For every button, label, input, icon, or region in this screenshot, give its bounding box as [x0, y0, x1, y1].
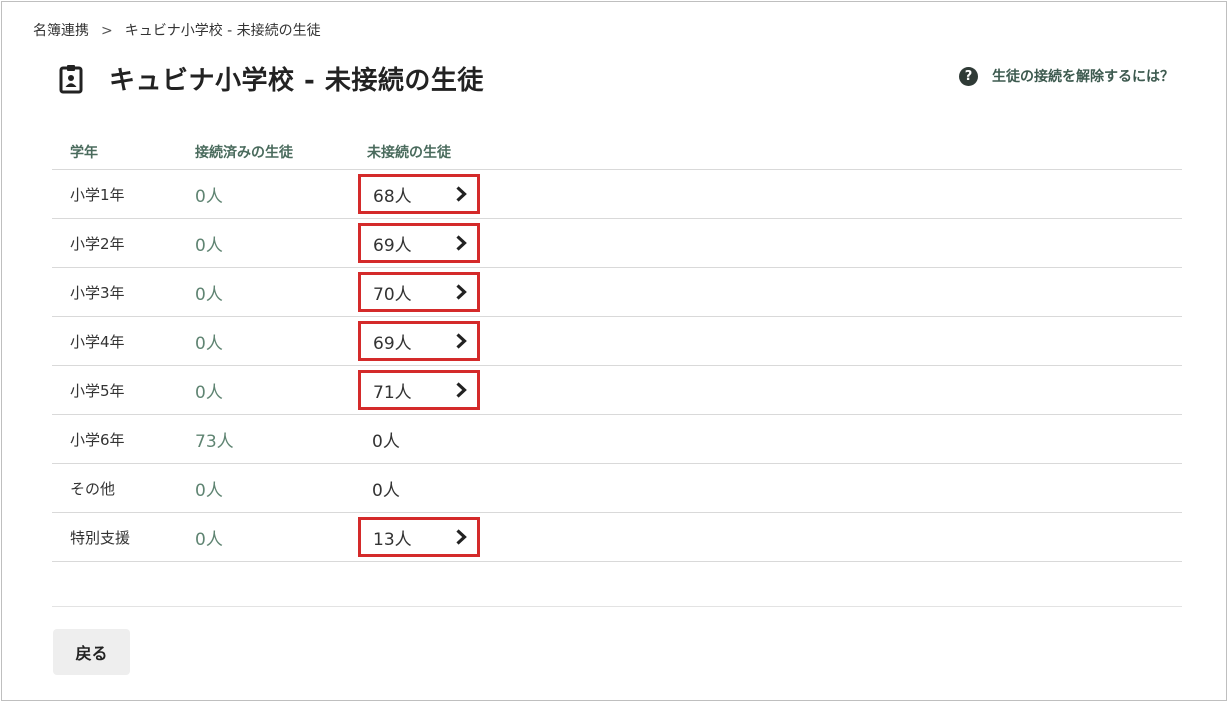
cell-unconnected: 70人 [358, 272, 567, 312]
cell-connected-count: 0人 [195, 186, 223, 207]
table-header: 学年 接続済みの生徒 未接続の生徒 [52, 135, 1182, 170]
unconnected-count-link[interactable]: 68人 [358, 174, 480, 214]
table-row: 特別支援 0人 13人 [52, 513, 1182, 562]
unconnected-count-link[interactable]: 69人 [358, 223, 480, 263]
help-link-label: 生徒の接続を解除するには？ [992, 69, 1174, 85]
cell-unconnected: 13人 [358, 517, 567, 557]
unconnected-count: 13人 [373, 529, 412, 550]
unconnected-count-link[interactable]: 69人 [358, 321, 480, 361]
cell-connected-count: 0人 [195, 235, 223, 256]
cell-connected-count: 0人 [195, 333, 223, 354]
chevron-right-icon [455, 186, 467, 202]
cell-unconnected: 0人 [367, 427, 567, 452]
table-row: 小学4年 0人 69人 [52, 317, 1182, 366]
unconnected-count-link[interactable]: 70人 [358, 272, 480, 312]
back-button[interactable]: 戻る [53, 629, 130, 675]
unconnected-count-link[interactable]: 71人 [358, 370, 480, 410]
table-row: 小学1年 0人 68人 [52, 170, 1182, 219]
column-header-connected: 接続済みの生徒 [195, 145, 293, 161]
unconnected-count: 0人 [372, 480, 400, 501]
cell-grade: 小学5年 [70, 381, 125, 400]
unconnected-count: 68人 [373, 186, 412, 207]
cell-grade: 小学3年 [70, 283, 125, 302]
breadcrumb-separator: > [101, 23, 113, 39]
table-row: 小学2年 0人 69人 [52, 219, 1182, 268]
page-title: キュビナ小学校 - 未接続の生徒 [109, 66, 484, 96]
cell-connected-count: 0人 [195, 382, 223, 403]
cell-grade: 小学2年 [70, 234, 125, 253]
cell-grade: その他 [70, 479, 116, 498]
cell-unconnected: 69人 [358, 321, 567, 361]
chevron-right-icon [455, 333, 467, 349]
unconnected-count: 0人 [372, 431, 400, 452]
table-row: その他 0人 0人 [52, 464, 1182, 513]
cell-connected-count: 0人 [195, 480, 223, 501]
column-header-unconnected: 未接続の生徒 [367, 145, 451, 161]
cell-unconnected: 68人 [358, 174, 567, 214]
cell-grade: 小学1年 [70, 185, 125, 204]
cell-unconnected: 0人 [367, 476, 567, 501]
page-frame: 名簿連携 > キュビナ小学校 - 未接続の生徒 キュビナ小学校 - 未接続の生徒 ?… [1, 1, 1227, 701]
question-circle-icon: ? [959, 66, 978, 86]
chevron-right-icon [455, 235, 467, 251]
table-row: 小学6年 73人 0人 [52, 415, 1182, 464]
cell-unconnected: 71人 [358, 370, 567, 410]
unconnected-count-link[interactable]: 13人 [358, 517, 480, 557]
unconnected-count: 69人 [373, 235, 412, 256]
column-header-grade: 学年 [70, 145, 98, 161]
footer-divider [52, 606, 1182, 607]
cell-grade: 小学4年 [70, 332, 125, 351]
cell-grade: 特別支援 [70, 528, 131, 547]
breadcrumb: 名簿連携 > キュビナ小学校 - 未接続の生徒 [33, 20, 321, 40]
chevron-right-icon [455, 382, 467, 398]
chevron-right-icon [455, 284, 467, 300]
cell-connected-count: 73人 [195, 431, 234, 452]
id-badge-icon [59, 64, 83, 94]
breadcrumb-current: キュビナ小学校 - 未接続の生徒 [124, 23, 321, 39]
cell-connected-count: 0人 [195, 284, 223, 305]
grade-table: 学年 接続済みの生徒 未接続の生徒 小学1年 0人 68人 小学2年 0人 69人 小学3年… [52, 135, 1182, 562]
title-row: キュビナ小学校 - 未接続の生徒 [59, 60, 484, 97]
breadcrumb-link-roster[interactable]: 名簿連携 [33, 23, 89, 39]
table-row: 小学3年 0人 70人 [52, 268, 1182, 317]
table-body: 小学1年 0人 68人 小学2年 0人 69人 小学3年 0人 70人 小学4年 0人 69人 小学5年… [52, 170, 1182, 562]
unconnected-count: 71人 [373, 382, 412, 403]
unconnected-count: 70人 [373, 284, 412, 305]
help-link-unlink[interactable]: ? 生徒の接続を解除するには？ [959, 66, 1174, 86]
cell-unconnected: 69人 [358, 223, 567, 263]
cell-grade: 小学6年 [70, 430, 125, 449]
chevron-right-icon [455, 529, 467, 545]
unconnected-count: 69人 [373, 333, 412, 354]
table-row: 小学5年 0人 71人 [52, 366, 1182, 415]
cell-connected-count: 0人 [195, 529, 223, 550]
